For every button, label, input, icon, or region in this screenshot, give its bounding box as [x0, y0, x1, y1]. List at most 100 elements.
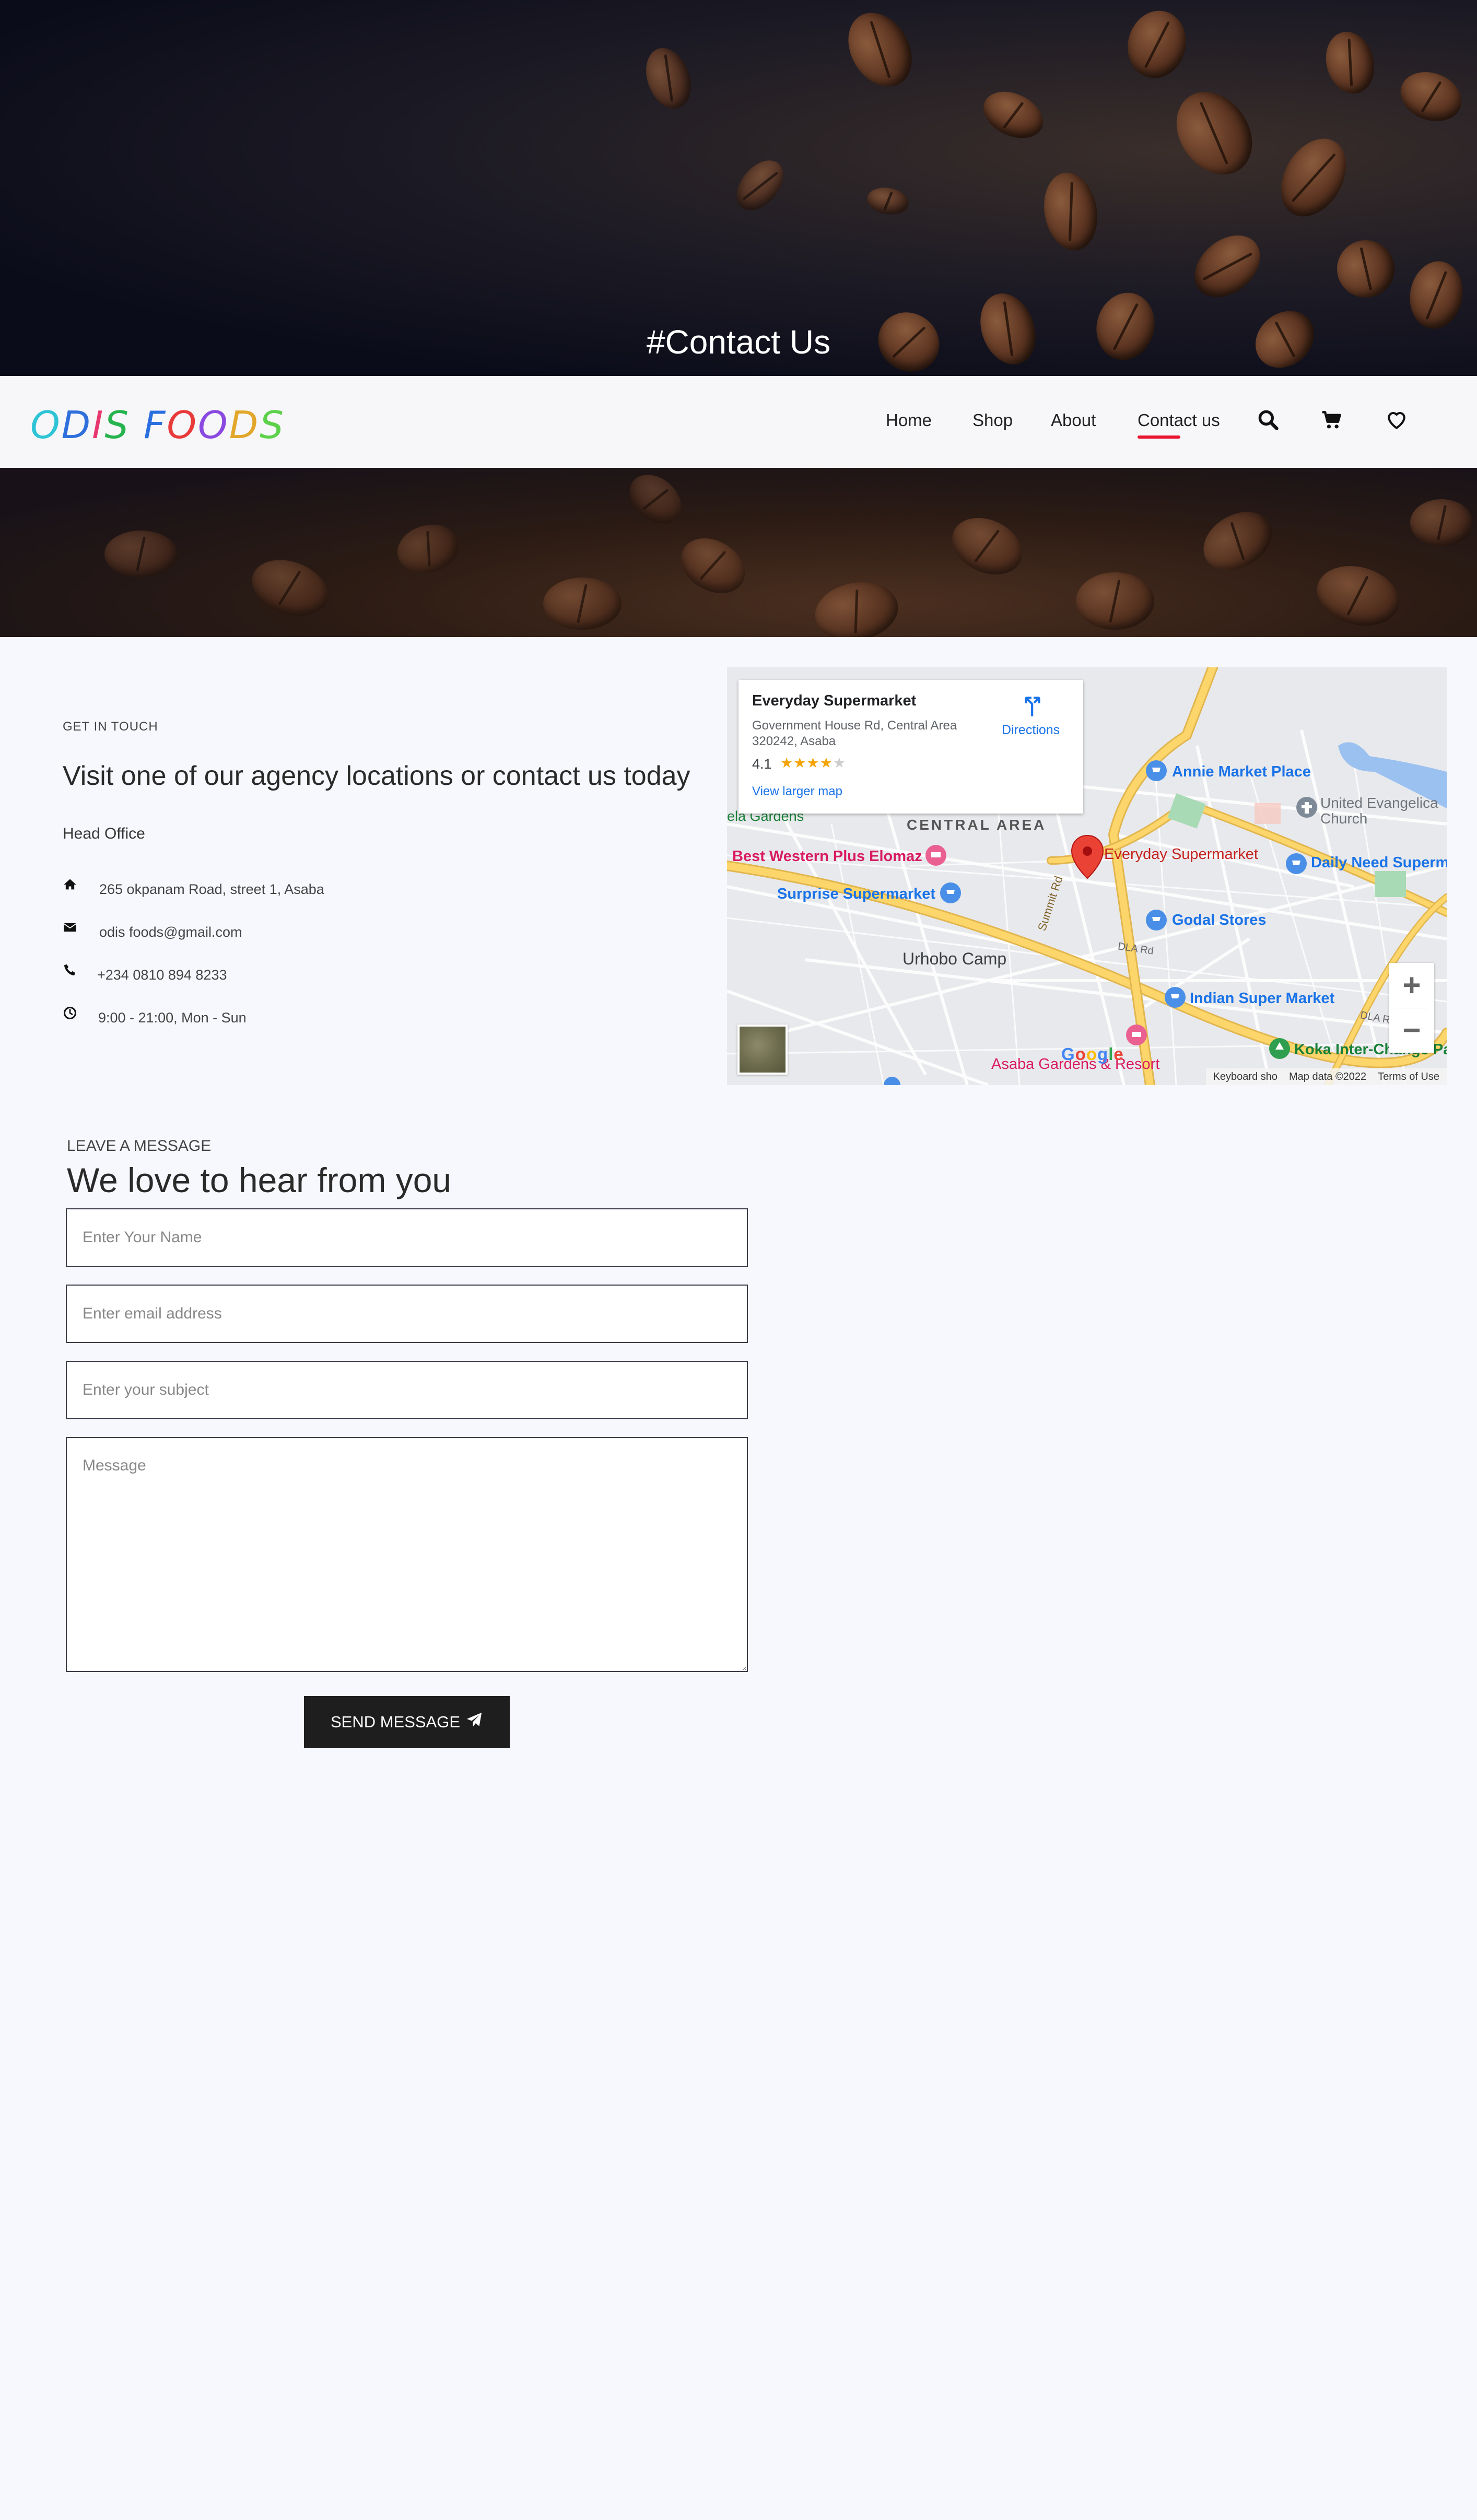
message-textarea[interactable] — [66, 1437, 748, 1672]
coffee-bean — [1038, 168, 1104, 255]
place-address-line-2: 320242, Asaba — [752, 734, 836, 748]
map-label-daily-need: Daily Need Superm — [1311, 854, 1447, 871]
map-footer: Keyboard sho Map data ©2022 Terms of Use — [1205, 1068, 1447, 1085]
nav-link-home[interactable]: Home — [886, 410, 932, 430]
map-data-text: Map data ©2022 — [1289, 1070, 1367, 1082]
cart-icon[interactable] — [1320, 408, 1343, 431]
coffee-bean — [392, 518, 465, 580]
map-label-godal: Godal Stores — [1172, 912, 1267, 928]
logo-letter: O — [30, 403, 62, 447]
map-label-urhobo-camp: Urhobo Camp — [902, 949, 1007, 968]
phone-icon — [63, 963, 77, 978]
map-label-everyday: Everyday Supermarket — [1104, 846, 1258, 863]
envelope-icon — [63, 920, 77, 935]
map-label-central-area: CENTRAL AREA — [907, 817, 1047, 833]
coffee-bean — [727, 151, 793, 219]
embedded-map[interactable]: Annie Market Place United Evangelica Chu… — [727, 667, 1447, 1085]
logo-letter: D — [229, 403, 260, 447]
name-input[interactable] — [66, 1208, 748, 1267]
logo-letter: O — [167, 403, 198, 447]
coffee-bean — [638, 41, 699, 115]
logo-letter: S — [104, 403, 131, 447]
address-text: 265 okpanam Road, street 1, Asaba — [99, 881, 324, 897]
star-icons-filled: ★★★★ — [780, 755, 833, 771]
place-rating: 4.1 — [752, 756, 772, 772]
hours-text: 9:00 - 21:00, Mon - Sun — [98, 1010, 247, 1026]
google-logo-letter: e — [1113, 1044, 1124, 1064]
brand-logo[interactable]: ODIS FOODS — [30, 403, 285, 447]
google-logo: Google — [1061, 1044, 1124, 1064]
place-info-card: Everyday Supermarket Government House Rd… — [738, 680, 1083, 814]
send-message-label: SEND MESSAGE — [330, 1713, 461, 1731]
contact-eyebrow: GET IN TOUCH — [63, 720, 158, 734]
clock-icon — [63, 1006, 77, 1020]
logo-letter — [130, 403, 144, 447]
coffee-bean — [943, 507, 1031, 585]
map-label-best-western: Best Western Plus Elomaz — [732, 848, 922, 865]
nav-link-contact[interactable]: Contact us — [1138, 410, 1220, 439]
satellite-toggle[interactable] — [737, 1025, 788, 1075]
coffee-bean — [1393, 64, 1469, 129]
zoom-out-button[interactable]: − — [1389, 1008, 1434, 1053]
coffee-bean — [865, 184, 911, 218]
coffee-bean — [1319, 26, 1381, 99]
coffee-bean — [1120, 4, 1193, 85]
coffee-bean — [1193, 500, 1283, 582]
directions-link[interactable]: Directions — [1002, 723, 1060, 738]
star-icon-empty: ★ — [833, 755, 847, 771]
hero-banner: #Contact Us — [0, 0, 1477, 376]
page-title: #Contact Us — [646, 323, 831, 361]
home-icon — [63, 877, 77, 892]
send-message-button[interactable]: SEND MESSAGE — [304, 1696, 510, 1748]
google-logo-letter: G — [1061, 1044, 1075, 1064]
logo-letter: O — [198, 403, 229, 447]
coffee-bean — [810, 575, 903, 637]
form-heading: We love to hear from you — [67, 1161, 452, 1199]
keyboard-shortcuts-link[interactable]: Keyboard sho — [1213, 1071, 1277, 1083]
google-logo-letter: o — [1075, 1044, 1086, 1064]
contact-heading: Visit one of our agency locations or con… — [63, 761, 690, 791]
coffee-bean — [1410, 499, 1473, 546]
coffee-bean — [1076, 572, 1154, 630]
directions-icon[interactable] — [1019, 693, 1046, 720]
place-title: Everyday Supermarket — [752, 692, 917, 709]
coffee-bean — [1404, 257, 1468, 333]
rating-stars: ★★★★★ — [780, 755, 846, 771]
paper-plane-icon — [465, 1711, 483, 1733]
zoom-in-button[interactable]: + — [1389, 963, 1434, 1008]
phone-text: +234 0810 894 8233 — [97, 967, 227, 983]
logo-letter: D — [61, 403, 92, 447]
map-label-united-1: United Evangelica — [1320, 795, 1438, 811]
place-address-line-1: Government House Rd, Central Area — [752, 719, 957, 733]
terms-of-use-link[interactable]: Terms of Use — [1378, 1071, 1439, 1083]
coffee-bean — [976, 83, 1051, 147]
form-eyebrow: LEAVE A MESSAGE — [67, 1137, 212, 1155]
coffee-bean — [104, 531, 178, 578]
email-input[interactable] — [66, 1285, 748, 1343]
navbar: ODIS FOODS Home Shop About Contact us — [0, 376, 1477, 468]
coffee-bean — [1327, 230, 1404, 308]
coffee-bean — [244, 550, 336, 626]
map-label-united-2: Church — [1320, 810, 1368, 827]
zoom-controls: + − — [1389, 963, 1434, 1053]
subject-input[interactable] — [66, 1361, 748, 1419]
coffee-bean — [835, 1, 925, 98]
coffee-bean — [1182, 222, 1272, 310]
view-larger-map-link[interactable]: View larger map — [752, 784, 842, 799]
nav-link-about[interactable]: About — [1051, 410, 1096, 430]
nav-link-shop[interactable]: Shop — [972, 410, 1013, 430]
coffee-bean — [1268, 127, 1359, 228]
coffee-bean — [1310, 557, 1406, 634]
google-logo-letter: l — [1108, 1044, 1114, 1064]
google-logo-letter: o — [1086, 1044, 1098, 1064]
coffee-bean — [1161, 77, 1268, 189]
coffee-beans-banner — [0, 468, 1477, 637]
email-text: odis foods@gmail.com — [99, 924, 242, 940]
heart-icon[interactable] — [1385, 408, 1408, 431]
logo-letter: F — [143, 403, 167, 447]
coffee-bean — [620, 468, 691, 534]
search-icon[interactable] — [1257, 408, 1280, 431]
head-office-label: Head Office — [63, 825, 145, 842]
map-label-indian: Indian Super Market — [1190, 990, 1335, 1007]
logo-letter: S — [260, 403, 285, 447]
